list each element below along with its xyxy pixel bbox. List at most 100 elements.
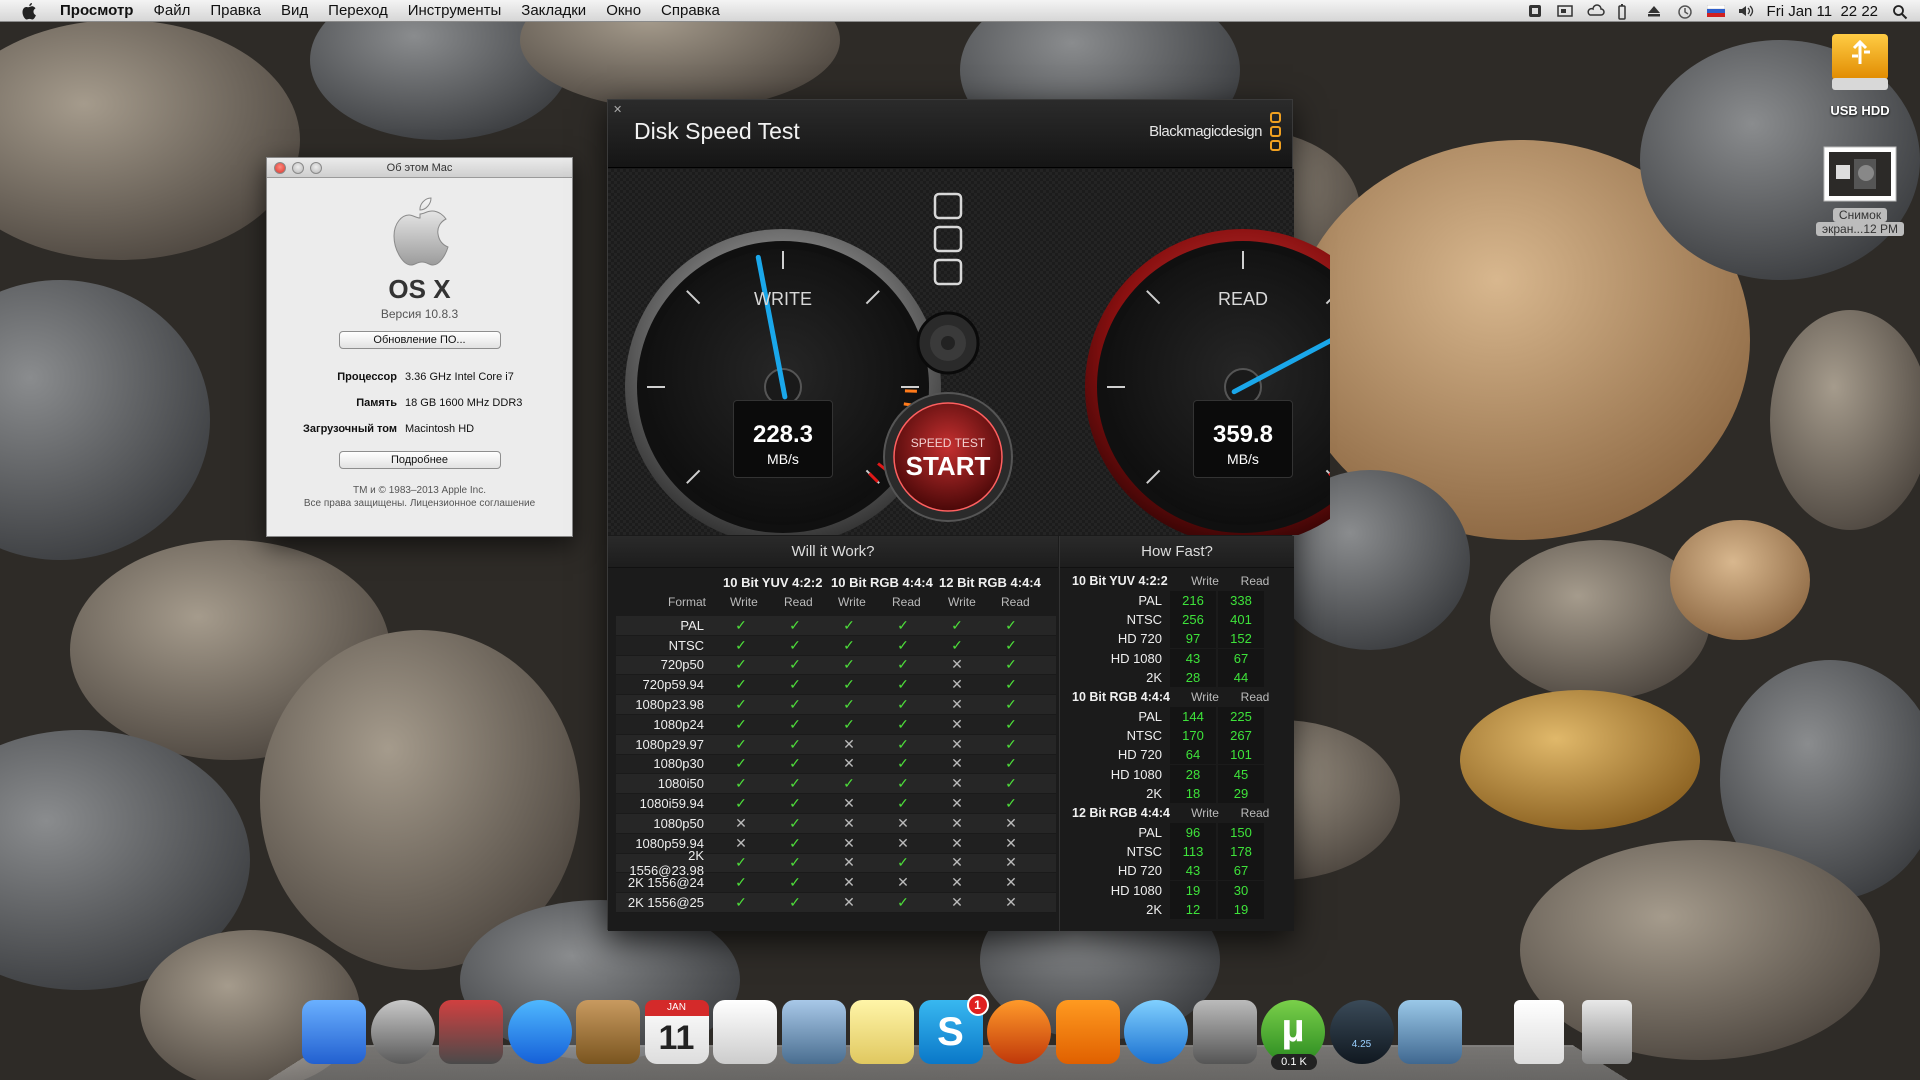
check-icon: ✓ <box>789 834 801 851</box>
menu-clock[interactable]: Fri Jan 11 22 22 <box>1767 3 1878 20</box>
format-name: 2K <box>1146 785 1162 801</box>
dst-header[interactable]: ✕ Disk Speed Test Blackmagicdesign <box>608 100 1292 168</box>
table-row: 2K 1556@23.98 ✓ ✓ ✕ ✓ ✕ ✕ <box>616 848 1056 878</box>
utorrent-icon[interactable]: µ 0.1 K <box>1261 1000 1325 1070</box>
more-info-button[interactable]: Подробнее <box>338 451 501 469</box>
check-icon: ✓ <box>789 715 801 732</box>
weather-icon[interactable] <box>1587 4 1605 18</box>
check-icon: ✓ <box>735 735 747 752</box>
check-icon: ✓ <box>735 616 747 633</box>
preview-icon[interactable] <box>781 1000 846 1064</box>
firefox-icon[interactable] <box>987 1000 1051 1064</box>
check-icon: ✓ <box>735 656 747 673</box>
write-fps: 28 <box>1170 764 1218 784</box>
about-titlebar[interactable]: Об этом Mac <box>267 158 572 178</box>
menu-file[interactable]: Файл <box>153 2 190 19</box>
settings-gear-icon[interactable] <box>916 311 980 375</box>
start-button-label[interactable]: START <box>898 451 998 482</box>
skype-icon[interactable]: S1 <box>918 994 989 1064</box>
check-icon: ✓ <box>735 636 747 653</box>
how-fast-table: 10 Bit YUV 4:2:2 Write Read PAL 216 338 NTSC 25… <box>1060 571 1295 919</box>
check-icon: ✓ <box>897 755 909 772</box>
write-fps: 28 <box>1170 667 1218 687</box>
col-read: Read <box>1240 574 1270 588</box>
close-button[interactable] <box>274 162 286 174</box>
col-read-1: Read <box>784 595 813 609</box>
photo-booth-icon[interactable] <box>439 1000 503 1064</box>
read-fps: 44 <box>1218 667 1266 687</box>
menu-go[interactable]: Переход <box>328 2 388 19</box>
license-text[interactable]: Все права защищены. Лицензионное соглаше… <box>267 497 572 510</box>
time-machine-icon[interactable] <box>1677 4 1693 19</box>
menu-bookmarks[interactable]: Закладки <box>521 2 586 19</box>
format-name: HD 1080 <box>1110 882 1162 898</box>
minimize-button[interactable] <box>292 162 304 174</box>
display-icon[interactable] <box>1556 4 1573 18</box>
check-icon: ✓ <box>897 676 909 693</box>
volume-icon[interactable] <box>1737 4 1753 18</box>
cross-icon: ✕ <box>951 894 963 911</box>
will-it-work-title: Will it Work? <box>608 536 1058 568</box>
itunes-icon[interactable] <box>1124 1000 1188 1064</box>
cross-icon: ✕ <box>951 715 963 732</box>
spotlight-search-icon[interactable] <box>1892 4 1908 20</box>
finder-icon[interactable] <box>302 1000 366 1064</box>
read-fps: 152 <box>1218 629 1266 649</box>
table-row: 1080p50 ✕ ✓ ✕ ✕ ✕ ✕ <box>616 813 1056 834</box>
input-source-flag-icon[interactable] <box>1706 4 1725 18</box>
group-name: 12 Bit RGB 4:4:4 <box>1072 805 1170 820</box>
desktop-screenshot-file[interactable]: Снимок экран...12 PM <box>1806 145 1914 236</box>
table-row: PAL ✓ ✓ ✓ ✓ ✓ ✓ <box>616 616 1056 636</box>
cross-icon: ✕ <box>1005 814 1017 831</box>
menu-help[interactable]: Справка <box>661 2 720 19</box>
document-icon[interactable] <box>1513 1000 1564 1064</box>
menu-window[interactable]: Окно <box>606 2 641 19</box>
battery-icon[interactable] <box>1617 4 1633 20</box>
trash-icon[interactable] <box>1582 1000 1632 1064</box>
col-write-1: Write <box>730 595 758 609</box>
usb-drive-icon <box>1832 34 1888 90</box>
check-icon: ✓ <box>951 616 963 633</box>
table-row: HD 720 64 101 <box>1060 745 1295 765</box>
menu-view[interactable]: Вид <box>281 2 308 19</box>
cross-icon: ✕ <box>843 874 855 891</box>
desktop-usb-hdd[interactable]: USB HDD <box>1812 30 1908 118</box>
address-book-icon[interactable] <box>576 1000 640 1064</box>
disk-speed-test-window: ✕ Disk Speed Test Blackmagicdesign 228.3… <box>607 99 1330 931</box>
check-icon: ✓ <box>1005 735 1017 752</box>
app-store-icon[interactable] <box>507 1000 572 1064</box>
startup-disk-key: Загрузочный том <box>303 423 397 435</box>
eject-icon[interactable] <box>1647 4 1663 18</box>
read-fps: 101 <box>1218 745 1266 765</box>
dropbox-icon[interactable] <box>1527 4 1543 18</box>
check-icon: ✓ <box>789 795 801 812</box>
memory-row: Память 18 GB 1600 MHz DDR3 <box>267 397 572 409</box>
start-button-caption: SPEED TEST <box>910 436 986 450</box>
system-preferences-icon[interactable] <box>1192 1000 1257 1064</box>
cross-icon: ✕ <box>1005 834 1017 851</box>
menu-tools[interactable]: Инструменты <box>408 2 502 19</box>
col-read: Read <box>1240 805 1270 820</box>
write-fps: 113 <box>1170 842 1218 862</box>
format-name: NTSC <box>668 637 704 653</box>
zoom-button[interactable] <box>310 162 322 174</box>
cross-icon: ✕ <box>735 834 747 851</box>
speed-gauge-icon[interactable]: 4.25 <box>1329 1000 1394 1064</box>
iphoto-icon[interactable] <box>1398 1000 1462 1064</box>
apple-menu-icon[interactable] <box>18 1 40 21</box>
write-gauge-label: WRITE <box>754 289 812 309</box>
menu-app-name[interactable]: Просмотр <box>60 2 133 19</box>
read-fps: 150 <box>1218 822 1266 842</box>
reminders-icon[interactable] <box>713 1000 777 1064</box>
check-icon: ✓ <box>789 676 801 693</box>
menu-edit[interactable]: Правка <box>210 2 261 19</box>
notes-icon[interactable] <box>850 1000 914 1064</box>
calendar-icon[interactable]: JAN 11 <box>644 1000 709 1064</box>
software-update-button[interactable]: Обновление ПО... <box>338 331 501 349</box>
read-readout: 359.8 MB/s <box>1193 400 1293 478</box>
vlc-icon[interactable] <box>1055 1000 1120 1064</box>
write-fps: 19 <box>1170 880 1218 900</box>
cross-icon: ✕ <box>951 834 963 851</box>
launchpad-icon[interactable] <box>370 1000 435 1064</box>
close-icon[interactable]: ✕ <box>613 103 622 116</box>
